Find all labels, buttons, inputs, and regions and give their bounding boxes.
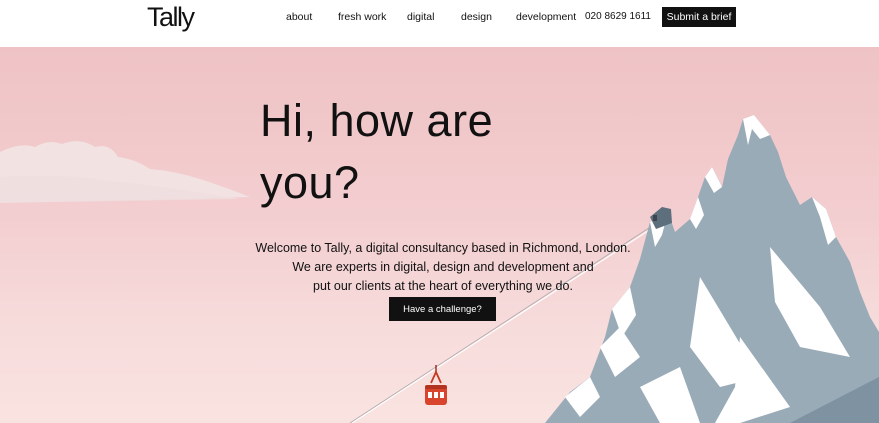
hero-headline: Hi, how are you? <box>260 95 494 208</box>
nav-link-development[interactable]: development <box>516 11 576 23</box>
page: Tally about fresh work digital design de… <box>0 0 879 423</box>
hero-intro: Welcome to Tally, a digital consultancy … <box>250 239 636 296</box>
nav-link-design[interactable]: design <box>461 11 492 23</box>
nav-link-digital[interactable]: digital <box>407 11 434 23</box>
intro-line: Welcome to Tally, a digital consultancy … <box>255 241 631 255</box>
nav-link-about[interactable]: about <box>286 11 312 23</box>
intro-line: put our clients at the heart of everythi… <box>313 279 573 293</box>
intro-line: We are experts in digital, design and de… <box>292 260 594 274</box>
tally-logo[interactable]: Tally <box>147 2 195 32</box>
have-a-challenge-button[interactable]: Have a challenge? <box>389 297 496 321</box>
hero-section: Hi, how are you? Welcome to Tally, a dig… <box>0 47 879 423</box>
submit-brief-button[interactable]: Submit a brief <box>662 7 736 27</box>
cloud-illustration <box>0 141 250 203</box>
nav-link-fresh-work[interactable]: fresh work <box>338 11 386 23</box>
phone-number-link[interactable]: 020 8629 1611 <box>585 11 651 22</box>
site-header: Tally about fresh work digital design de… <box>0 0 879 47</box>
gondola-icon <box>425 365 447 405</box>
